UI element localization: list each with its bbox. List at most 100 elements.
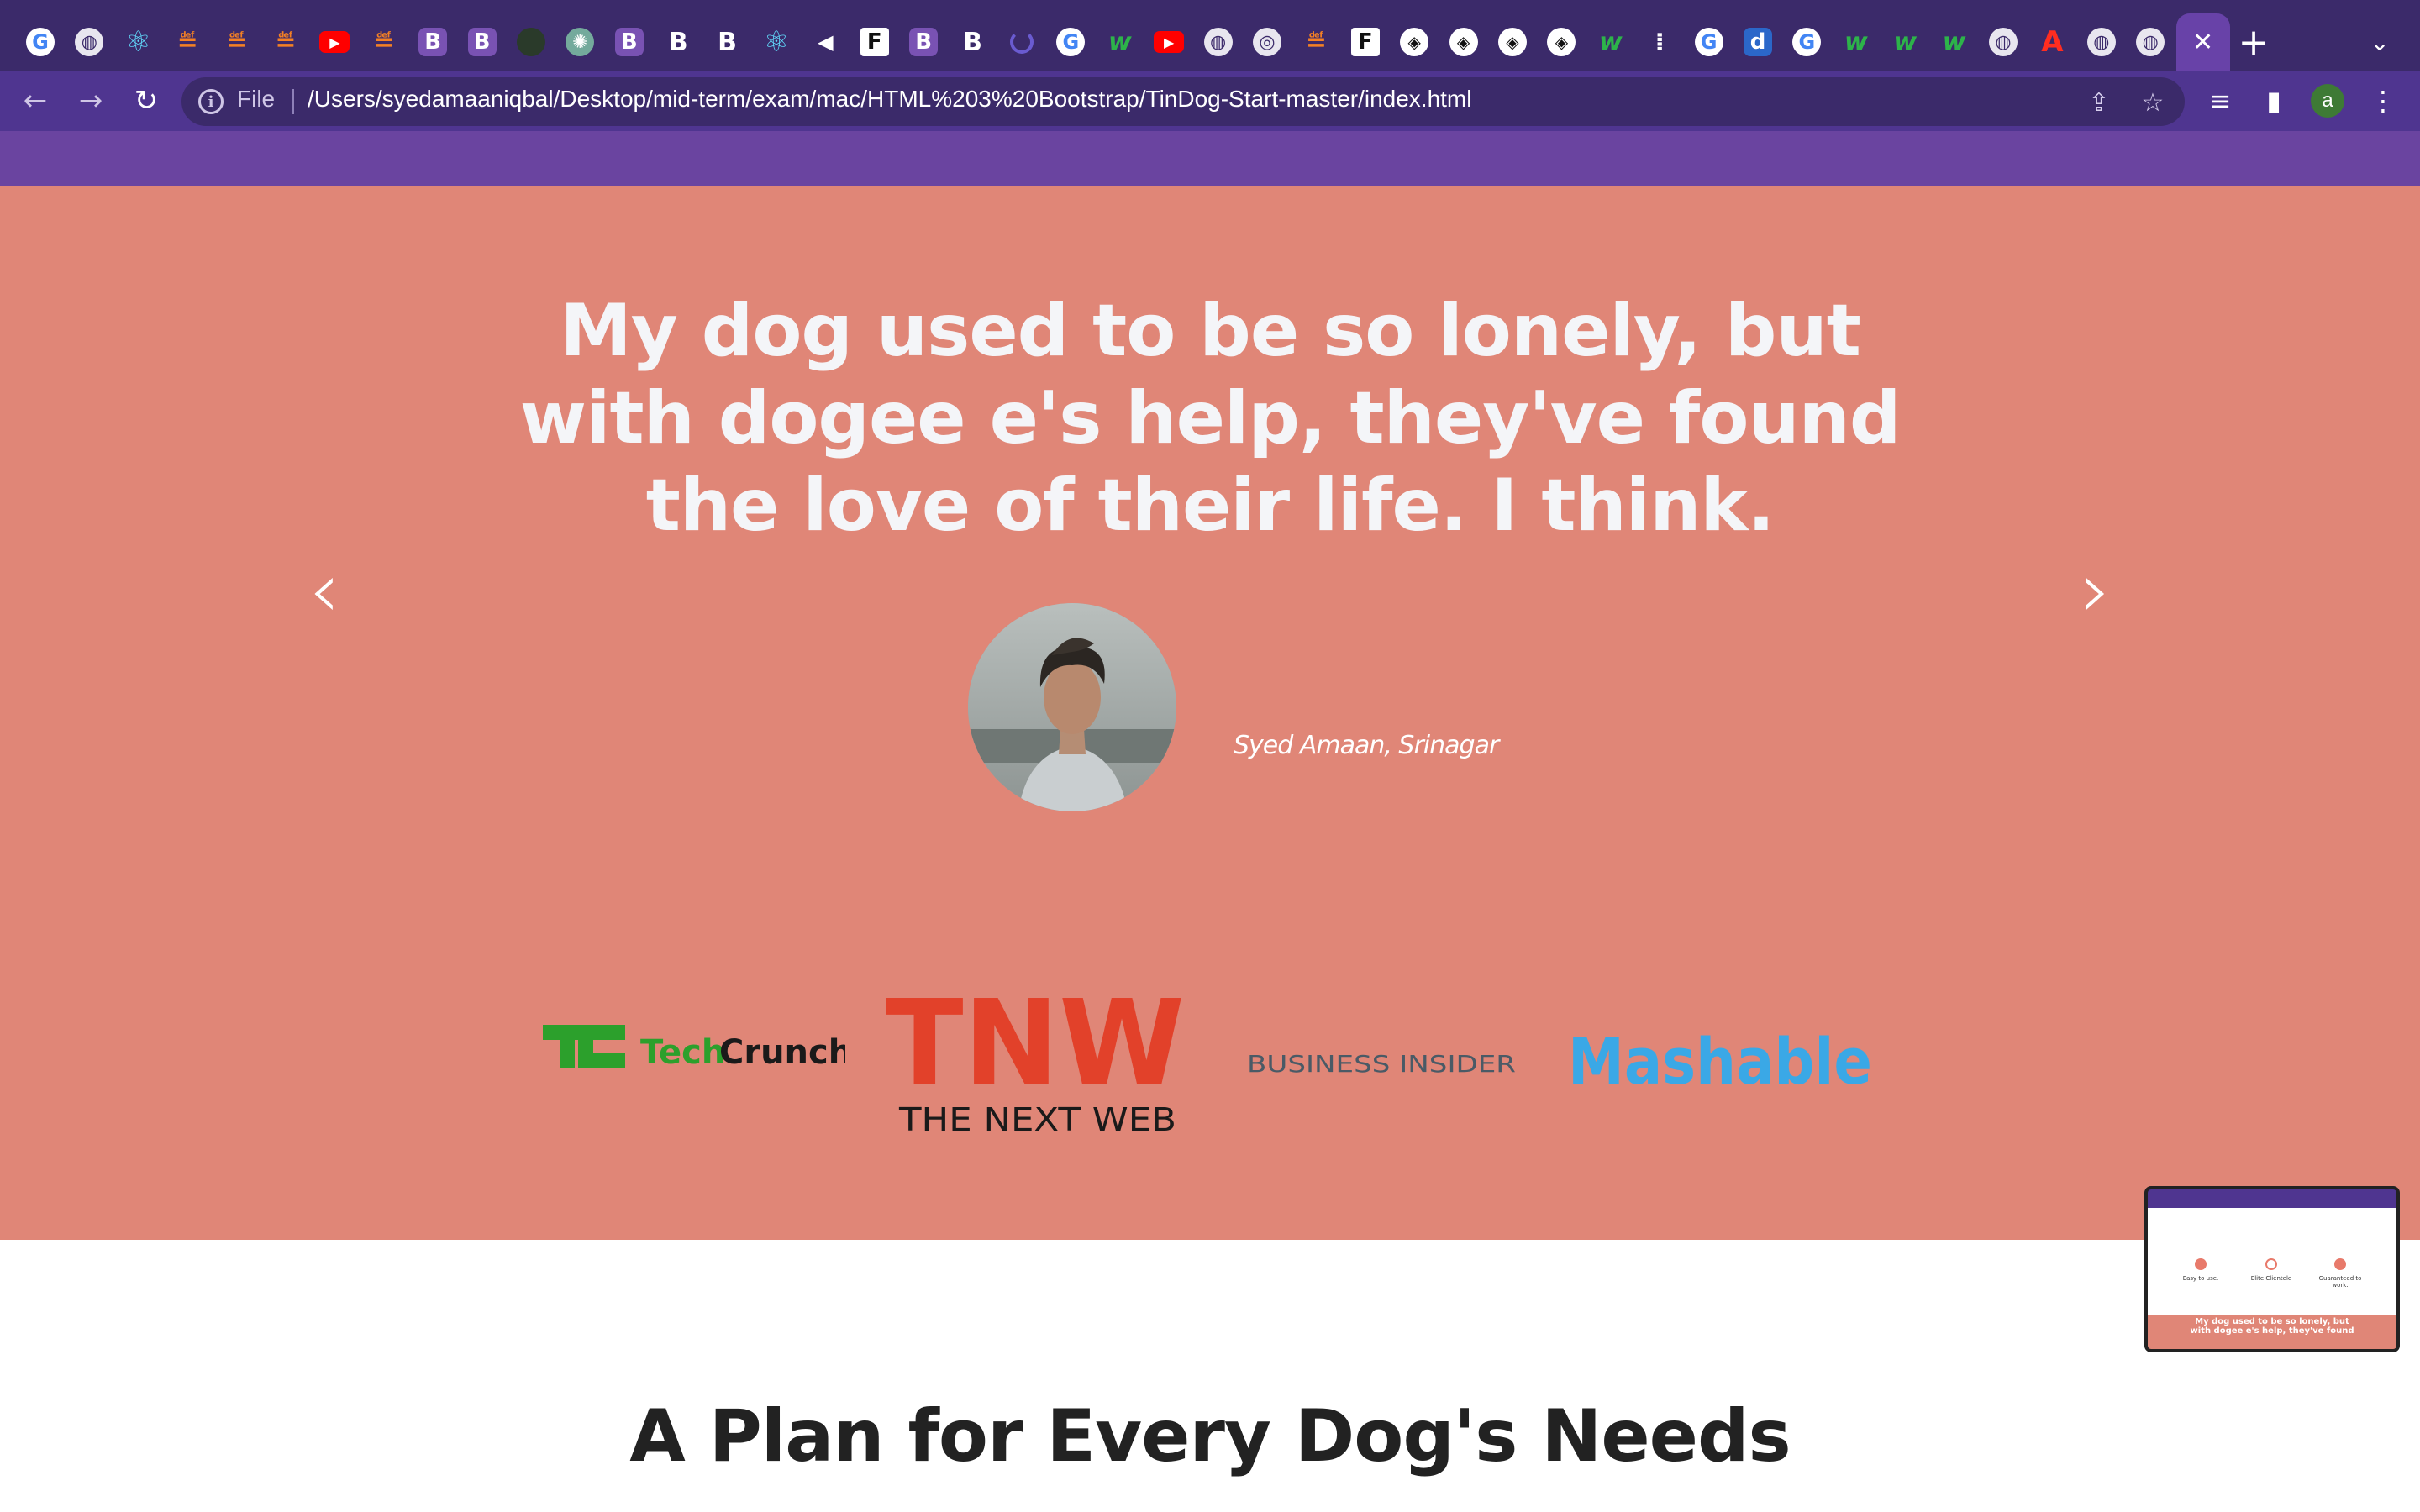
site-navbar-bottom — [0, 131, 2420, 186]
browser-tab[interactable]: F — [851, 18, 898, 66]
browser-tab[interactable]: ▶ — [1145, 18, 1192, 66]
browser-menu-icon[interactable]: ⋮ — [2363, 81, 2403, 121]
browser-tab[interactable]: ⚛ — [115, 18, 162, 66]
globe-icon: ◍ — [2086, 28, 2116, 56]
browser-tab[interactable] — [998, 18, 1045, 66]
carousel-next-button[interactable]: › — [2062, 539, 2129, 640]
bookmark-star-icon[interactable]: ☆ — [2136, 86, 2170, 119]
browser-tab[interactable]: ≝ — [262, 18, 309, 66]
business-insider-logo: BUSINESS INSIDER — [1244, 993, 1521, 1144]
testimonial-quote: My dog used to be so lonely, but with do… — [519, 289, 1902, 548]
browser-tab[interactable]: w — [1097, 18, 1144, 66]
tab-search-icon[interactable]: ⌄ — [2361, 24, 2398, 60]
browser-tab[interactable]: B — [704, 18, 751, 66]
browser-tab[interactable]: ◎ — [1244, 18, 1291, 66]
react-bootstrap-icon: ⚛ — [763, 25, 790, 59]
globe-icon: ◍ — [2136, 28, 2165, 56]
tnw-logo: TNW THE NEXT WEB — [886, 975, 1193, 1144]
browser-tab[interactable]: w — [1833, 18, 1880, 66]
browser-tab[interactable]: G — [1783, 18, 1830, 66]
browser-tab[interactable]: d — [1734, 18, 1781, 66]
browser-tab[interactable]: w — [1587, 18, 1634, 66]
browser-tab[interactable]: ◍ — [66, 18, 113, 66]
media-controls-icon[interactable]: ≡ — [2200, 81, 2240, 121]
browser-tab[interactable]: A — [2028, 18, 2075, 66]
stackoverflow-icon: ≝ — [373, 27, 395, 57]
browser-tab[interactable]: ✺ — [556, 18, 603, 66]
pricing-section-title: A Plan for Every Dog's Needs — [629, 1394, 1791, 1478]
browser-tab[interactable]: ◀ — [802, 18, 849, 66]
browser-tab[interactable]: ⁞ — [1636, 18, 1683, 66]
forward-button[interactable]: → — [69, 79, 113, 123]
techcrunch-logo: Tech Crunch — [543, 993, 852, 1144]
bold-b-icon: B — [963, 27, 983, 57]
tnw-tagline: THE NEXT WEB — [898, 1101, 1176, 1138]
share-icon[interactable]: ⇪ — [2082, 86, 2116, 119]
browser-tab[interactable]: B — [459, 18, 506, 66]
browser-tab[interactable]: ◈ — [1440, 18, 1487, 66]
browser-tab[interactable]: G — [1047, 18, 1094, 66]
google-icon: G — [1792, 28, 1822, 56]
chatgpt-icon: ✺ — [566, 28, 595, 56]
carousel-prev-button[interactable]: ‹ — [291, 539, 358, 640]
side-panel-icon[interactable]: ▮ — [2254, 81, 2294, 121]
testimonial-author: Syed Amaan, Srinagar — [1234, 731, 1499, 760]
browser-tab[interactable]: ≝ — [164, 18, 211, 66]
site-info-icon[interactable]: i — [198, 89, 224, 114]
chrome-icon: ◎ — [1253, 28, 1281, 56]
d-icon: d — [1744, 28, 1772, 56]
w3schools-icon: w — [1107, 27, 1132, 57]
address-bar[interactable]: i File /Users/syedamaaniqbal/Desktop/mid… — [182, 77, 2185, 126]
pip-preview-window[interactable]: Easy to use. Elite Clientele Guaranteed … — [2144, 1186, 2400, 1352]
angular-icon: A — [2041, 25, 2064, 59]
close-tab-icon[interactable]: ✕ — [2192, 28, 2213, 57]
bootstrap-icon: B — [909, 28, 939, 56]
globe-icon: ◍ — [75, 28, 104, 56]
browser-tab[interactable]: B — [606, 18, 653, 66]
browser-tab[interactable]: G — [1686, 18, 1733, 66]
profile-avatar[interactable]: a — [2311, 84, 2344, 118]
business-insider-text: BUSINESS INSIDER — [1247, 1050, 1516, 1078]
browser-tab[interactable]: ◈ — [1489, 18, 1536, 66]
techcrunch-word-crunch: Crunch — [719, 1033, 845, 1072]
dark-icon — [517, 28, 545, 56]
new-tab-button[interactable]: + — [2230, 18, 2277, 66]
browser-tab[interactable]: ◈ — [1538, 18, 1585, 66]
bold-b-icon: B — [668, 27, 688, 57]
f-icon: F — [860, 28, 889, 56]
browser-tab[interactable]: ⚛ — [753, 18, 800, 66]
browser-tab[interactable]: w — [1931, 18, 1978, 66]
stackoverflow-icon: ≝ — [1305, 27, 1327, 57]
bold-b-icon: B — [718, 27, 738, 57]
browser-tab[interactable]: B — [900, 18, 947, 66]
browser-tab[interactable]: ▶ — [311, 18, 358, 66]
browser-tab[interactable]: w — [1881, 18, 1928, 66]
browser-tab[interactable]: ◍ — [1195, 18, 1242, 66]
stackoverflow-icon: ≝ — [275, 27, 297, 57]
gradient-b-icon: B — [418, 28, 448, 56]
globe-icon: ◍ — [1203, 28, 1233, 56]
techcrunch-word-tech: Tech — [640, 1033, 725, 1072]
active-browser-tab[interactable]: ✕ — [2175, 13, 2230, 71]
bootstrap-icon: B — [614, 28, 644, 56]
browser-tab[interactable]: ◈ — [1391, 18, 1438, 66]
stackoverflow-icon: ≝ — [176, 27, 198, 57]
reload-button[interactable]: ↻ — [124, 79, 168, 123]
browser-tab[interactable]: G — [17, 18, 64, 66]
google-icon: G — [1694, 28, 1723, 56]
browser-tab[interactable]: ◍ — [1980, 18, 2027, 66]
google-icon: G — [1056, 28, 1086, 56]
browser-tab[interactable]: ≝ — [360, 18, 408, 66]
browser-tab[interactable] — [508, 18, 555, 66]
w3schools-icon: w — [1598, 27, 1623, 57]
browser-tab[interactable]: ≝ — [1292, 18, 1339, 66]
back-button[interactable]: ← — [13, 79, 57, 123]
browser-tab[interactable]: ≝ — [213, 18, 260, 66]
browser-tab[interactable]: B — [655, 18, 702, 66]
browser-tab[interactable]: B — [409, 18, 456, 66]
browser-tab[interactable]: ◍ — [2127, 18, 2174, 66]
browser-tab[interactable]: ◍ — [2078, 18, 2125, 66]
browser-tab[interactable]: B — [950, 18, 997, 66]
browser-tab[interactable]: F — [1342, 18, 1389, 66]
url-text[interactable]: /Users/syedamaaniqbal/Desktop/mid-term/e… — [308, 86, 1471, 113]
